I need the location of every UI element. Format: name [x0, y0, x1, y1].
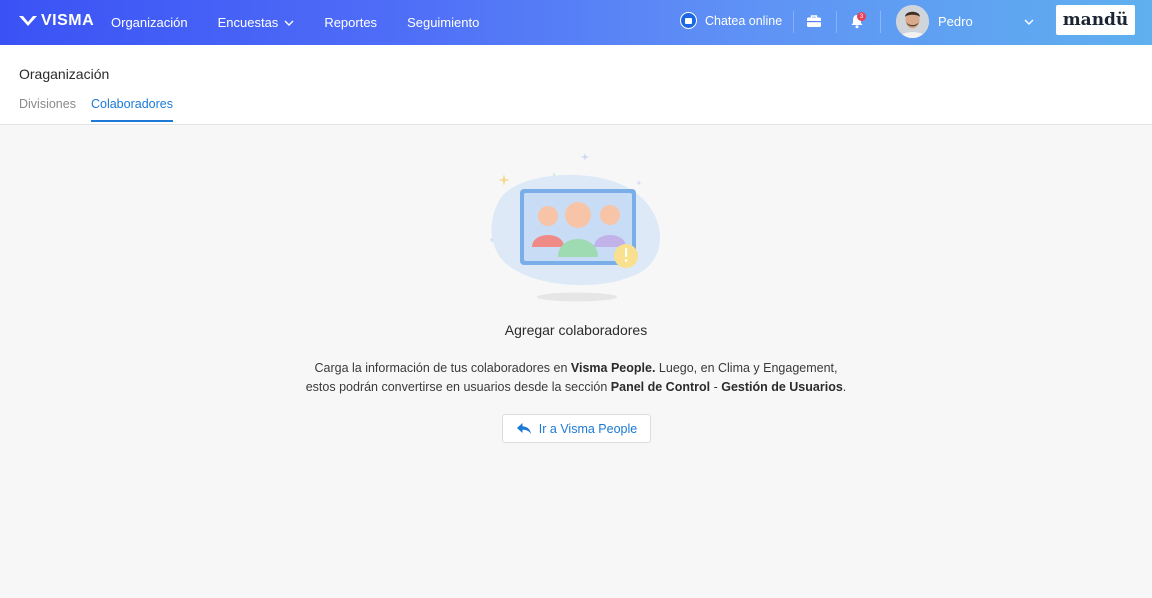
description-text: Luego, en Clima y Engagement,	[655, 361, 838, 375]
chat-label: Chatea online	[705, 13, 783, 28]
chevron-down-icon[interactable]	[1024, 19, 1034, 25]
divider	[836, 11, 837, 33]
description-text: Carga la información de tus colaboradore…	[314, 361, 571, 375]
visma-logo-icon	[19, 16, 37, 26]
avatar[interactable]	[896, 5, 929, 38]
nav-item-organizacion[interactable]: Organización	[96, 0, 203, 45]
nav-item-seguimiento[interactable]: Seguimiento	[392, 0, 494, 45]
button-label: Ir a Visma People	[538, 421, 638, 436]
tab-bar: Divisiones Colaboradores	[19, 97, 188, 122]
nav-item-label: Seguimiento	[407, 15, 480, 30]
reply-arrow-icon	[516, 423, 531, 434]
nav-item-encuestas[interactable]: Encuestas	[203, 0, 310, 45]
user-photo-icon	[896, 5, 929, 38]
gestion-usuarios-emphasis: Gestión de Usuarios	[721, 380, 843, 394]
brand-name: VISMA	[41, 12, 95, 29]
nav-item-label: Organización	[111, 15, 188, 30]
user-name[interactable]: Pedro	[938, 14, 973, 29]
tab-colaboradores[interactable]: Colaboradores	[90, 97, 173, 122]
empty-state-description: Carga la información de tus colaboradore…	[0, 359, 1152, 397]
description-line-1: Carga la información de tus colaboradore…	[0, 359, 1152, 378]
nav-item-label: Encuestas	[217, 15, 279, 30]
nav-item-label: Reportes	[324, 15, 378, 30]
description-line-2: estos podrán convertirse en usuarios des…	[0, 378, 1152, 397]
page-title: Oraganización	[19, 66, 110, 82]
chat-icon	[680, 12, 697, 29]
visma-logo[interactable]: VISMA	[18, 12, 94, 30]
partner-logo[interactable]: mandü	[1056, 5, 1135, 35]
empty-state-title: Agregar colaboradores	[504, 322, 648, 338]
collaborators-illustration	[489, 153, 660, 302]
visma-people-emphasis: Visma People.	[570, 361, 656, 375]
description-text: .	[842, 380, 847, 394]
briefcase-icon[interactable]	[806, 14, 822, 28]
tab-divisiones[interactable]: Divisiones	[19, 97, 76, 122]
go-to-visma-people-button[interactable]: Ir a Visma People	[502, 414, 651, 443]
chevron-down-icon	[284, 20, 294, 26]
description-text: estos podrán convertirse en usuarios des…	[305, 380, 611, 394]
top-navigation-bar: VISMA Organización Encuestas Reportes Se…	[0, 0, 1152, 45]
divider	[793, 11, 794, 33]
description-text: -	[710, 380, 722, 394]
chat-online-button[interactable]: Chatea online	[680, 12, 782, 29]
divider	[880, 11, 881, 33]
page-header: Oraganización Divisiones Colaboradores	[0, 45, 1152, 125]
nav-item-reportes[interactable]: Reportes	[309, 0, 392, 45]
notification-badge: 3	[857, 12, 866, 21]
main-nav: Organización Encuestas Reportes Seguimie…	[96, 0, 494, 45]
panel-control-emphasis: Panel de Control	[610, 380, 711, 394]
